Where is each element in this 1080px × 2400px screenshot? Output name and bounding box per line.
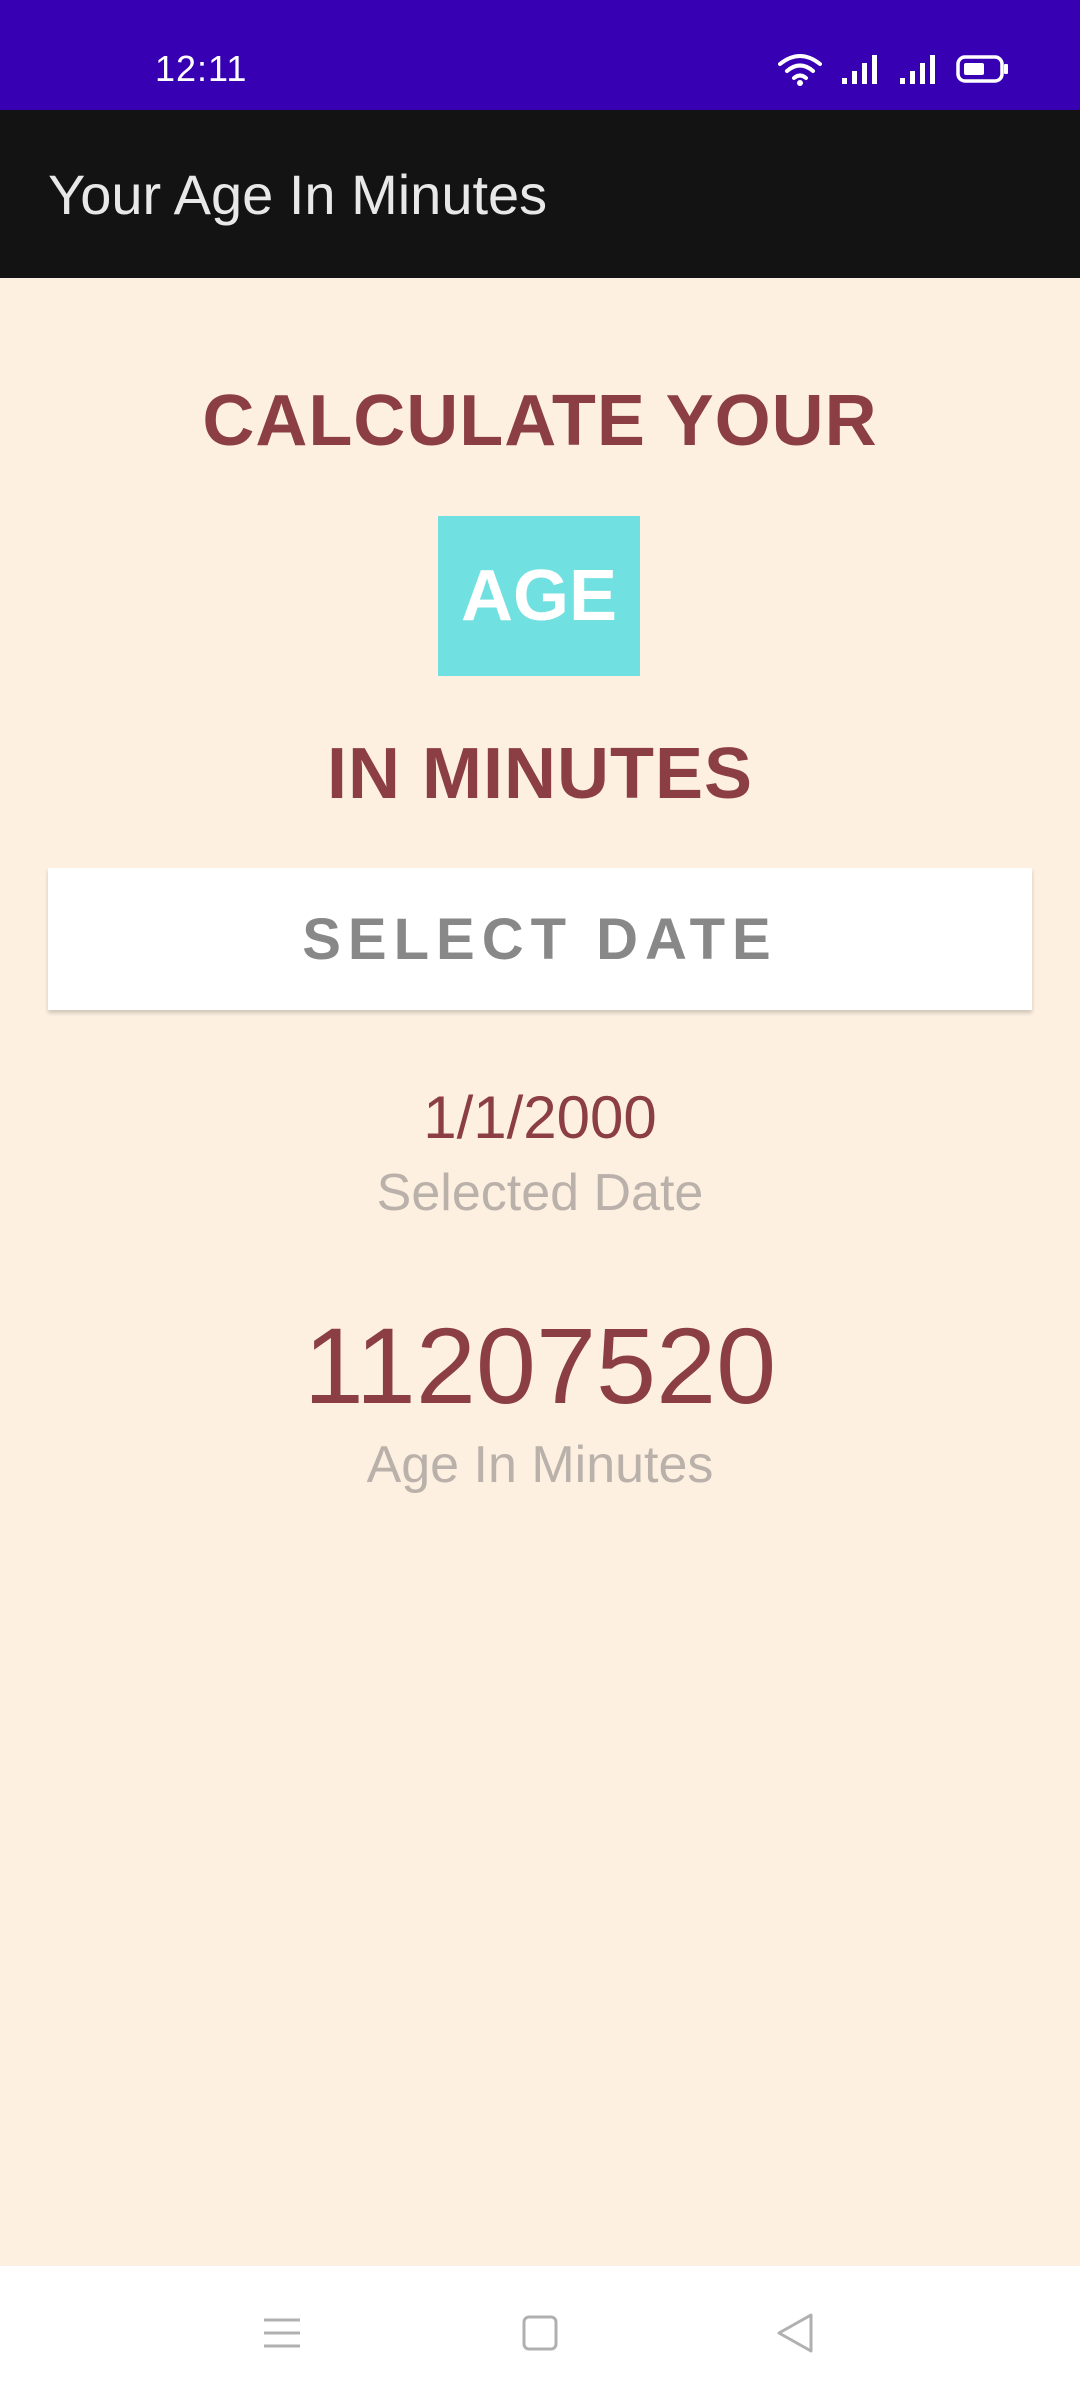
signal-icon	[842, 55, 877, 84]
home-icon	[522, 2315, 558, 2351]
back-icon	[777, 2313, 813, 2353]
app-title: Your Age In Minutes	[48, 163, 548, 226]
status-bar: 12:11	[0, 0, 1080, 110]
status-time: 12:11	[155, 48, 248, 89]
menu-nav-button[interactable]	[232, 2296, 332, 2370]
selected-date-value: 1/1/2000	[423, 1084, 657, 1151]
heading-in-minutes: IN MINUTES	[326, 734, 753, 814]
main-content: CALCULATE YOUR AGE IN MINUTES SELECT DAT…	[0, 278, 1080, 2266]
app-bar: Your Age In Minutes	[0, 110, 1080, 278]
age-in-minutes-value: 11207520	[303, 1305, 777, 1426]
age-highlight-box: AGE	[438, 516, 640, 676]
select-date-button[interactable]: SELECT DATE	[48, 868, 1032, 1010]
navigation-bar	[0, 2266, 1080, 2400]
heading-calculate-your: CALCULATE YOUR	[202, 381, 878, 461]
wifi-icon	[778, 54, 822, 86]
age-in-minutes-caption: Age In Minutes	[366, 1436, 714, 1494]
select-date-label: SELECT DATE	[302, 906, 778, 972]
signal-icon	[900, 55, 935, 84]
back-nav-button[interactable]	[745, 2296, 845, 2370]
age-highlight-text: AGE	[460, 556, 618, 636]
home-nav-button[interactable]	[490, 2296, 590, 2370]
status-icons	[778, 52, 1010, 86]
selected-date-caption: Selected Date	[376, 1164, 704, 1222]
battery-icon	[956, 55, 1008, 83]
menu-icon	[264, 2318, 300, 2348]
